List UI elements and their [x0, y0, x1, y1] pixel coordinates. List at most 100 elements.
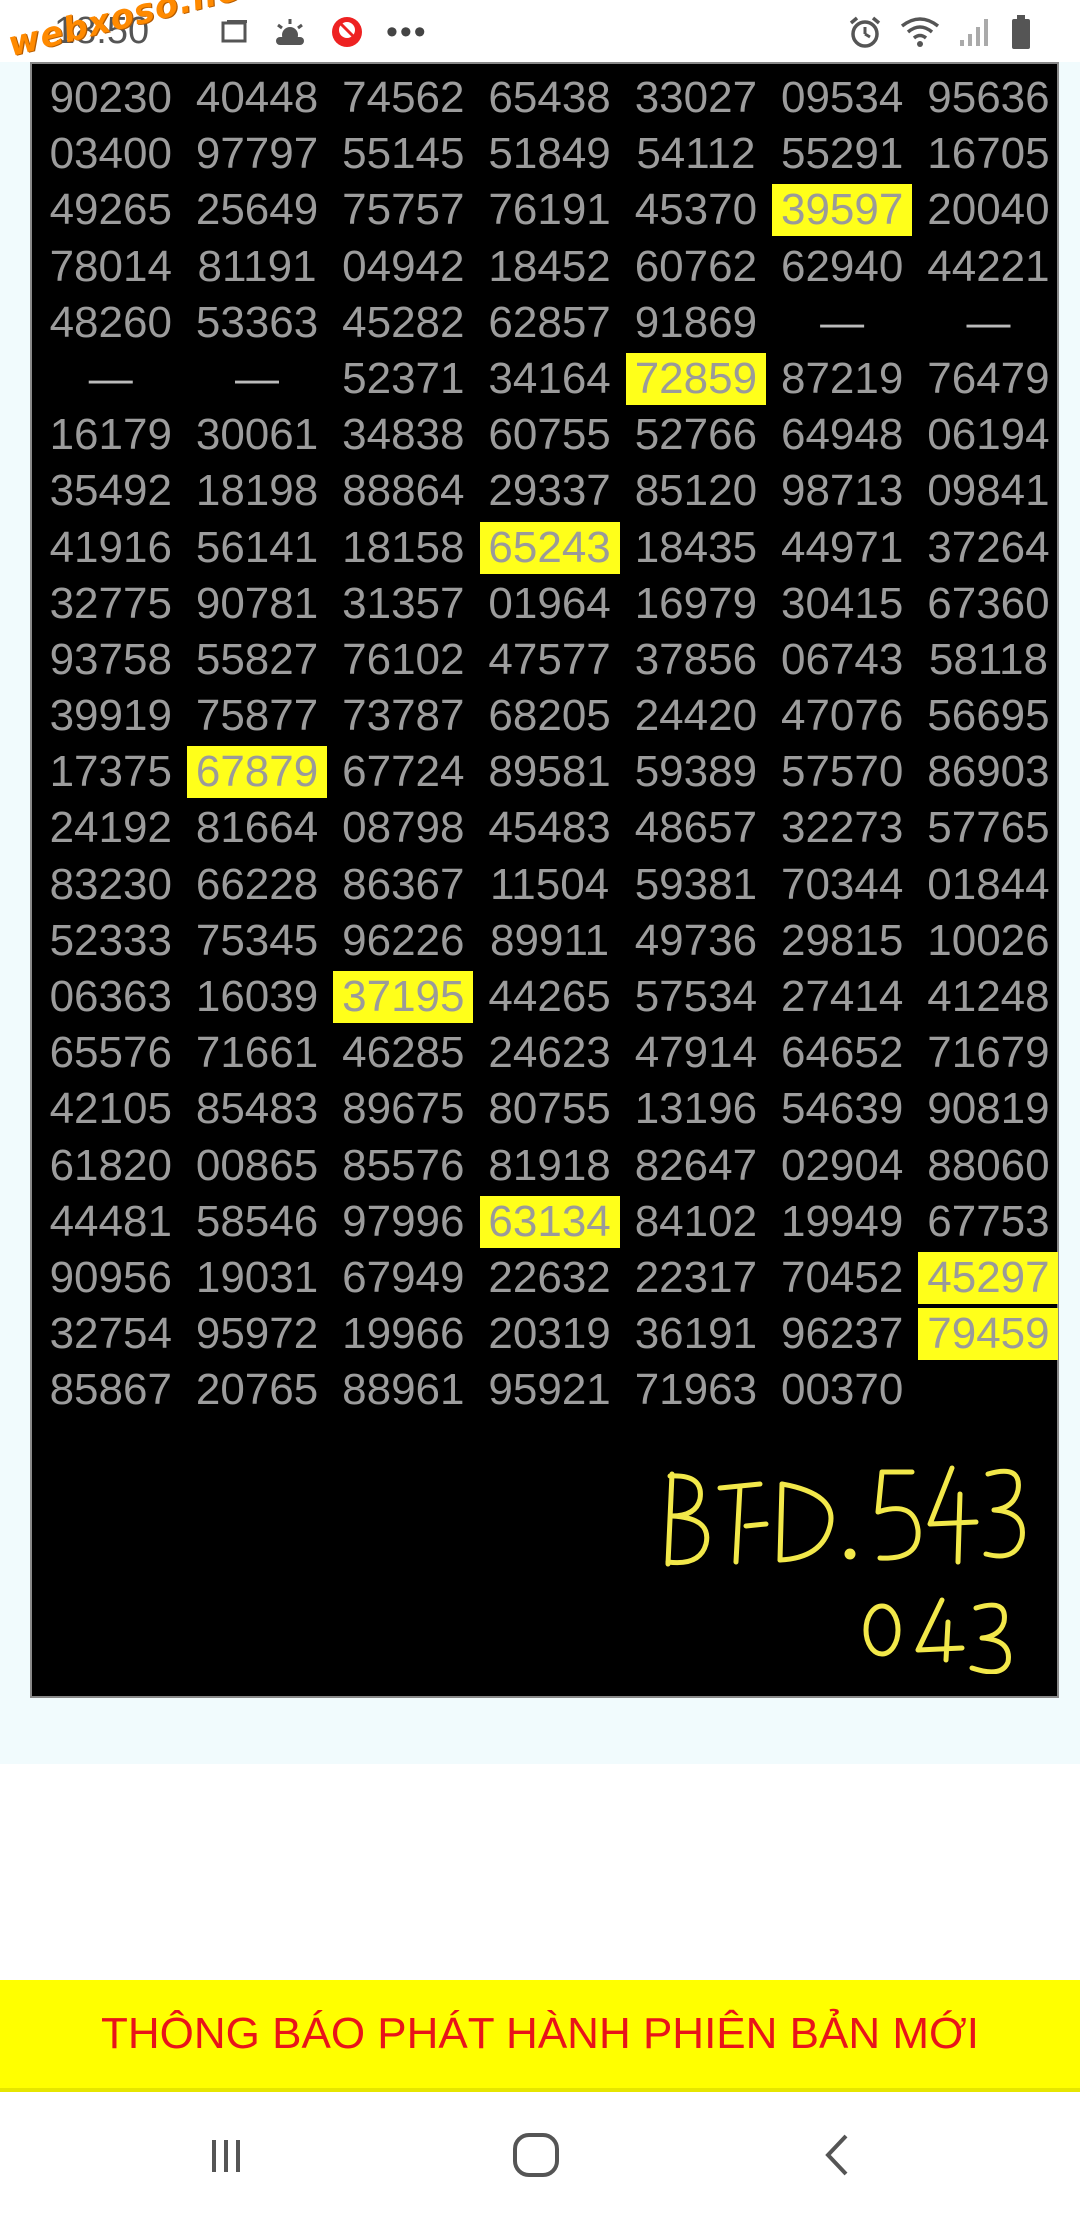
number-cell: 35492 [49, 466, 172, 516]
number-cell: 96226 [342, 915, 465, 965]
number-cell: 89675 [342, 1084, 465, 1134]
back-button[interactable] [798, 2120, 878, 2190]
number-cell: 41916 [49, 522, 172, 572]
number-cell: 47076 [780, 691, 904, 741]
number-cell: 13196 [634, 1084, 758, 1134]
recent-apps-button[interactable] [192, 2120, 272, 2190]
number-row: 32775 90781 31357 01964 16979 30415 67360 [32, 578, 1057, 634]
number-row: 49265 25649 75757 76191 45370 39597 20040 [32, 184, 1057, 240]
number-cell: 85867 [49, 1365, 172, 1415]
back-icon [825, 2134, 848, 2176]
number-cell: 67949 [342, 1252, 465, 1302]
navigation-bar [0, 2092, 1080, 2220]
number-row: 42105 85483 89675 80755 13196 54639 90819 [32, 1083, 1057, 1139]
number-cell: 67360 [927, 578, 1050, 628]
number-cell: 76191 [488, 185, 611, 235]
update-notice-banner[interactable]: THÔNG BÁO PHÁT HÀNH PHIÊN BẢN MỚI [0, 1980, 1080, 2092]
recent-apps-icon [212, 2140, 240, 2172]
number-cell: 18435 [634, 522, 758, 572]
page-area: 90230 40448 74562 65438 33027 09534 95636 03400… [0, 62, 1080, 1764]
number-cell: 06743 [780, 634, 904, 684]
number-cell: 88864 [342, 466, 465, 516]
number-cell: 08798 [342, 803, 465, 853]
number-cell: 89581 [488, 747, 611, 797]
number-cell: 19031 [195, 1252, 319, 1302]
number-row: 90230 40448 74562 65438 33027 09534 95636 [32, 72, 1057, 128]
highlighted-number-cell: 72859 [625, 352, 766, 405]
number-cell: 32775 [49, 578, 172, 628]
number-cell: 44481 [49, 1196, 172, 1246]
number-row: 85867 20765 88961 95921 71963 00370 [32, 1364, 1057, 1420]
number-cell: 47914 [634, 1028, 758, 1078]
number-row: 52333 75345 96226 89911 49736 29815 10026 [32, 915, 1057, 971]
number-cell: 32273 [780, 803, 904, 853]
number-cell: 20040 [927, 185, 1050, 235]
number-cell: 24420 [634, 691, 758, 741]
number-cell: 52333 [49, 915, 172, 965]
number-cell: 76479 [927, 353, 1050, 403]
number-cell: 34838 [342, 410, 465, 460]
battery-icon [1012, 15, 1030, 49]
number-cell: 16705 [927, 129, 1050, 179]
number-row: 61820 00865 85576 81918 82647 02904 88060 [32, 1140, 1057, 1196]
weather-icon [276, 19, 304, 45]
number-cell: 48260 [49, 297, 172, 347]
number-cell: 06194 [927, 410, 1050, 460]
number-cell: 53363 [195, 297, 319, 347]
number-cell: 30415 [780, 578, 904, 628]
number-cell: 85120 [634, 466, 758, 516]
highlighted-number-cell: 79459 [918, 1308, 1059, 1361]
number-cell: 87219 [780, 353, 904, 403]
number-cell: 90819 [927, 1084, 1050, 1134]
number-cell: 44971 [780, 522, 904, 572]
home-button[interactable] [496, 2120, 576, 2190]
number-cell: 18158 [342, 522, 465, 572]
number-cell: 97797 [195, 129, 319, 179]
number-cell: 75345 [195, 915, 319, 965]
number-cell: 86367 [342, 859, 465, 909]
number-cell: 57765 [927, 803, 1050, 853]
number-cell: 09534 [780, 73, 904, 122]
number-cell: 58546 [195, 1196, 319, 1246]
number-cell: 70344 [780, 859, 904, 909]
number-cell: 20319 [488, 1309, 611, 1359]
number-row: 16179 30061 34838 60755 52766 64948 06194 [32, 409, 1057, 465]
highlighted-number-cell: 37195 [333, 971, 474, 1023]
status-bar: 18:50 webxoso.net ••• [0, 0, 1080, 65]
number-cell: 93758 [49, 634, 172, 684]
number-cell: 86903 [927, 747, 1050, 797]
number-cell: 80755 [488, 1084, 611, 1134]
number-cell: 85576 [342, 1140, 465, 1190]
highlighted-number-cell: 67879 [187, 746, 328, 799]
number-cell: 68205 [488, 691, 611, 741]
number-cell: 16179 [49, 410, 172, 460]
number-cell: 71679 [927, 1028, 1050, 1078]
number-cell: 95636 [927, 73, 1050, 122]
number-cell: 01964 [488, 578, 611, 628]
number-cell: 11504 [490, 859, 610, 909]
number-cell: 01844 [927, 859, 1050, 909]
number-row: 35492 18198 88864 29337 85120 98713 09841 [32, 465, 1057, 521]
app-notification-icon [332, 17, 362, 47]
number-cell: 96237 [780, 1309, 904, 1359]
number-row: 48260 53363 45282 62857 91869 — — [32, 297, 1057, 353]
number-row: 83230 66228 86367 11504 59381 70344 01844 [32, 859, 1057, 915]
number-cell: 16979 [634, 578, 758, 628]
number-cell: 22632 [488, 1252, 611, 1302]
number-cell: 97996 [342, 1196, 465, 1246]
number-cell: 39919 [49, 691, 172, 741]
number-cell: 40448 [195, 73, 319, 122]
highlighted-number-cell: 63134 [479, 1195, 620, 1248]
handwritten-note-image [665, 1465, 1025, 1674]
number-cell: 42105 [49, 1084, 172, 1134]
number-cell: — [235, 353, 280, 403]
status-icons-left: ••• [220, 12, 428, 52]
number-cell: 46285 [342, 1028, 465, 1078]
number-cell: 49736 [634, 915, 758, 965]
number-cell: 55291 [780, 129, 904, 179]
number-cell: 90230 [49, 73, 172, 122]
number-cell: 36191 [634, 1309, 758, 1359]
number-cell: 33027 [634, 73, 758, 122]
number-cell: 60755 [488, 410, 611, 460]
number-row: 24192 81664 08798 45483 48657 32273 57765 [32, 802, 1057, 858]
